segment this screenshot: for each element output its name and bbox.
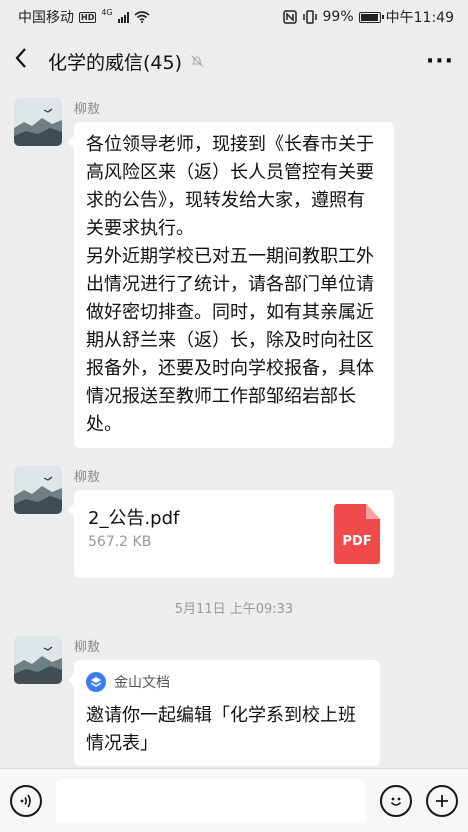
avatar[interactable] bbox=[14, 98, 62, 146]
file-message-bubble[interactable]: 2_公告.pdf 567.2 KB PDF bbox=[68, 490, 394, 578]
input-bar bbox=[0, 768, 468, 832]
back-button[interactable] bbox=[14, 47, 42, 75]
more-options-button[interactable]: ··· bbox=[426, 49, 454, 74]
more-functions-button[interactable] bbox=[426, 784, 458, 817]
share-card-bubble[interactable]: 金山文档 邀请你一起编辑「化学系到校上班情况表」 bbox=[68, 660, 380, 766]
battery-percent: 99% bbox=[322, 9, 354, 25]
avatar[interactable] bbox=[14, 466, 62, 514]
pdf-label: PDF bbox=[342, 534, 372, 549]
pdf-file-icon: PDF bbox=[334, 504, 380, 564]
hd-badge: HD bbox=[79, 11, 97, 23]
voice-icon bbox=[20, 794, 31, 807]
emoji-button[interactable] bbox=[380, 784, 412, 817]
nfc-icon bbox=[282, 10, 297, 24]
avatar[interactable] bbox=[14, 636, 62, 684]
sender-name: 柳敖 bbox=[74, 470, 101, 485]
sender-name: 柳敖 bbox=[74, 102, 101, 117]
message-item: 柳敖 各位领导老师，现接到《长春市关于高风险区来（返）长人员管控有关要求的公告》… bbox=[14, 98, 394, 448]
wifi-icon bbox=[134, 11, 150, 23]
sender-name: 柳敖 bbox=[74, 640, 101, 655]
message-item: 柳敖 2_公告.pdf 567.2 KB PDF bbox=[14, 466, 394, 578]
chat-area[interactable]: 柳敖 各位领导老师，现接到《长春市关于高风险区来（返）长人员管控有关要求的公告》… bbox=[0, 88, 468, 768]
bell-off-icon bbox=[191, 55, 203, 67]
voice-button[interactable] bbox=[10, 784, 42, 817]
card-title: 邀请你一起编辑「化学系到校上班情况表」 bbox=[86, 705, 356, 754]
more-dots-icon: ··· bbox=[425, 48, 454, 74]
chat-header: 化学的威信(45) ··· bbox=[0, 34, 468, 88]
signal-icon bbox=[117, 11, 129, 23]
network-type: 4G bbox=[101, 7, 113, 17]
vibrate-icon bbox=[302, 10, 317, 24]
file-name: 2_公告.pdf bbox=[88, 508, 180, 529]
text-message-bubble[interactable]: 各位领导老师，现接到《长春市关于高风险区来（返）长人员管控有关要求的公告》，现转… bbox=[68, 122, 394, 448]
kdocs-logo-icon bbox=[86, 672, 106, 692]
battery-icon bbox=[358, 11, 384, 23]
message-item: 柳敖 金山文档 邀请你一起编辑「化学系到校上班情况表」 bbox=[14, 636, 380, 766]
file-size: 567.2 KB bbox=[88, 534, 152, 550]
carrier-name: 中国移动 bbox=[18, 10, 74, 26]
chevron-left-icon bbox=[15, 48, 26, 68]
card-app-name: 金山文档 bbox=[114, 675, 170, 691]
chat-title: 化学的威信(45) bbox=[48, 51, 183, 74]
plus-icon bbox=[436, 794, 448, 807]
emoji-icon bbox=[390, 797, 402, 806]
status-bar: 中国移动 HD 4G 99% 中午11:49 bbox=[0, 0, 468, 34]
clock: 中午11:49 bbox=[385, 10, 454, 26]
message-timestamp: 5月11日 上午09:33 bbox=[174, 602, 294, 617]
message-input[interactable] bbox=[56, 778, 366, 823]
